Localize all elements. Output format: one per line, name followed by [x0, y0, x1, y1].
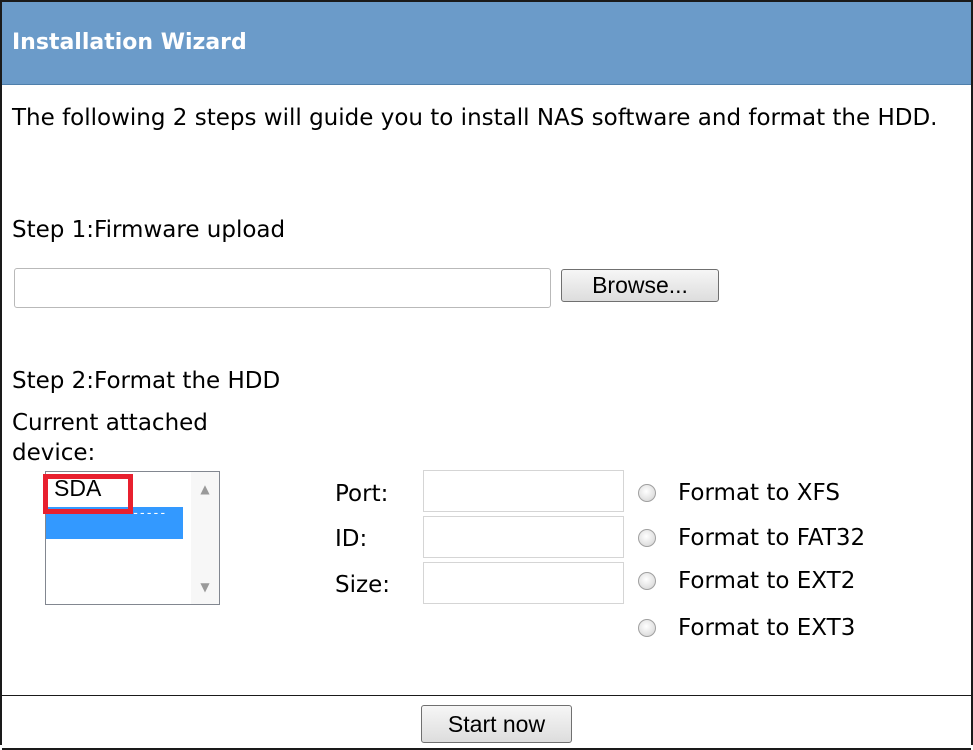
- format-fat32-radio[interactable]: [638, 529, 656, 547]
- firmware-file-input[interactable]: [14, 268, 551, 308]
- format-ext2-radio[interactable]: [638, 572, 656, 590]
- scroll-down-arrow-icon[interactable]: ▼: [191, 580, 219, 594]
- format-ext2-label: Format to EXT2: [678, 568, 856, 594]
- format-xfs-label: Format to XFS: [678, 480, 840, 506]
- port-label: Port:: [335, 481, 389, 507]
- id-field[interactable]: [423, 516, 624, 558]
- id-label: ID:: [335, 526, 368, 552]
- intro-text: The following 2 steps will guide you to …: [12, 105, 938, 131]
- sda-highlight-box: [43, 474, 133, 514]
- browse-button[interactable]: Browse...: [561, 269, 719, 302]
- listbox-scrollbar[interactable]: ▲ ▼: [191, 472, 219, 604]
- scroll-up-arrow-icon[interactable]: ▲: [191, 482, 219, 496]
- installation-wizard-window: Installation Wizard The following 2 step…: [0, 0, 973, 750]
- current-device-label: Current attached device:: [12, 410, 208, 466]
- title-bar: Installation Wizard: [2, 2, 971, 85]
- size-field[interactable]: [423, 562, 624, 604]
- step2-heading: Step 2:Format the HDD: [12, 368, 281, 394]
- format-xfs-radio[interactable]: [638, 484, 656, 502]
- window-title: Installation Wizard: [12, 30, 247, 55]
- start-now-button[interactable]: Start now: [421, 705, 572, 743]
- format-ext3-label: Format to EXT3: [678, 615, 856, 641]
- format-fat32-label: Format to FAT32: [678, 525, 866, 551]
- step1-heading: Step 1:Firmware upload: [12, 217, 286, 243]
- port-field[interactable]: [423, 470, 624, 512]
- size-label: Size:: [335, 572, 390, 598]
- format-ext3-radio[interactable]: [638, 619, 656, 637]
